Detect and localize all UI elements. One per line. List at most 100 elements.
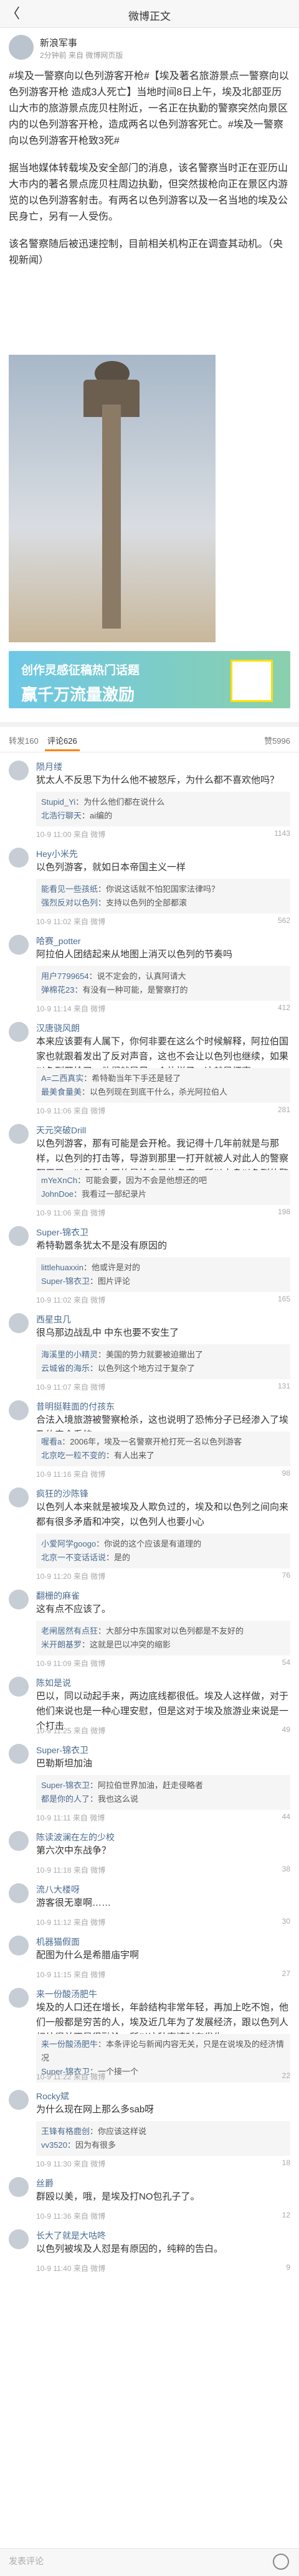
- like-count[interactable]: 22: [282, 2071, 290, 2080]
- like-count[interactable]: 131: [278, 1382, 290, 1390]
- reply-author[interactable]: 北京一不变话话说: [41, 1553, 106, 1562]
- comment-author[interactable]: 翻栅的麻雀: [36, 1590, 80, 1602]
- avatar[interactable]: [9, 1831, 29, 1851]
- reply-author[interactable]: 海溪里的小精灵: [41, 1350, 98, 1359]
- reply-author[interactable]: 老闸居然有点狂: [41, 1626, 98, 1636]
- avatar[interactable]: [9, 2229, 29, 2249]
- reply-author[interactable]: 米开朗基罗: [41, 1640, 82, 1649]
- reply-author[interactable]: Super-锦衣卫: [41, 1276, 90, 1286]
- like-count[interactable]: 1143: [274, 829, 290, 838]
- avatar[interactable]: [9, 2177, 29, 2197]
- comment-author[interactable]: 哈赛_potter: [36, 935, 81, 947]
- reply-box[interactable]: 海溪里的小精灵：美国的势力就要被迫撤出了 云城省的海乐：以色列这个地方过于复杂了: [36, 1344, 290, 1379]
- like-count[interactable]: 76: [282, 1571, 290, 1580]
- comment-author[interactable]: 汉唐骁风朗: [36, 1022, 80, 1034]
- like-count[interactable]: 49: [282, 1725, 290, 1734]
- avatar[interactable]: [9, 1313, 29, 1333]
- comment-author[interactable]: Super-锦衣卫: [36, 1226, 88, 1239]
- comment-author[interactable]: 陨月缕: [36, 761, 62, 773]
- comment-author[interactable]: 陈如是说: [36, 1677, 71, 1689]
- reply-author[interactable]: 王锋有格鹿创: [41, 2127, 90, 2136]
- reply-box[interactable]: 王锋有格鹿创：你应该这样说 vv3520：因为有很多: [36, 2121, 290, 2156]
- like-count[interactable]: 54: [282, 1658, 290, 1667]
- emoji-icon[interactable]: [273, 2554, 289, 2570]
- avatar[interactable]: [9, 1124, 29, 1144]
- like-count[interactable]: 30: [282, 1917, 290, 1926]
- tab-likes[interactable]: 赞5996: [264, 734, 290, 746]
- comment-author[interactable]: 天元突破Drill: [36, 1124, 86, 1136]
- like-count[interactable]: 18: [282, 2158, 290, 2167]
- like-count[interactable]: 12: [282, 2211, 290, 2219]
- like-count[interactable]: 9: [286, 2263, 290, 2272]
- reply-author[interactable]: 北京吃一粒不变的: [41, 1451, 106, 1460]
- like-count[interactable]: 98: [282, 1469, 290, 1478]
- reply-author[interactable]: 北浩行聊天: [41, 811, 82, 820]
- avatar[interactable]: [9, 1400, 29, 1420]
- reply-author[interactable]: 强烈反对以色列: [41, 898, 98, 907]
- reply-box[interactable]: A=二西真实：希特勒当年下手还是轻了 最美食量美：以色列现在到底干什么，杀光阿拉伯…: [36, 1068, 290, 1103]
- reply-box[interactable]: Super-锦衣卫：阿拉伯世界加油，赶走侵略者 都是你的人了：我也这么说: [36, 1775, 290, 1810]
- reply-box[interactable]: mYeXnCh：可能会要，因为不会是他想还的吧 JohnDoe：我看过一部纪录片: [36, 1170, 290, 1205]
- reply-box[interactable]: 用户7799654：说不定会的，认真阿请大 弹棉花23：有没有一种可能，是警察打的: [36, 966, 290, 1001]
- like-count[interactable]: 38: [282, 1865, 290, 1873]
- reply-author[interactable]: 用户7799654: [41, 972, 89, 981]
- comment-author[interactable]: Rocky斌: [36, 2090, 69, 2102]
- tab-comments[interactable]: 评论626: [47, 734, 77, 746]
- reply-author[interactable]: 来一份酸汤肥牛: [41, 2040, 98, 2049]
- avatar[interactable]: [9, 1022, 29, 1042]
- author-name[interactable]: 新浪军事: [40, 36, 77, 49]
- like-count[interactable]: 412: [278, 1003, 290, 1012]
- comment-author[interactable]: Hey小米先: [36, 848, 78, 860]
- reply-author[interactable]: Super-锦衣卫: [41, 1781, 90, 1790]
- avatar[interactable]: [9, 1590, 29, 1609]
- reply-author[interactable]: 都是你的人了: [41, 1794, 90, 1804]
- reply-box[interactable]: Stupid_Yi：为什么他们都在说什么 北浩行聊天：ai编的: [36, 792, 290, 827]
- tab-reposts[interactable]: 转发160: [9, 734, 39, 746]
- reply-author[interactable]: A=二西真实: [41, 1074, 83, 1083]
- comment-author[interactable]: 机器猫假面: [36, 1936, 80, 1948]
- like-count[interactable]: 165: [278, 1295, 290, 1303]
- comment-input[interactable]: 发表评论: [9, 2555, 44, 2567]
- comment-author[interactable]: 西星虫几: [36, 1313, 71, 1326]
- reply-author[interactable]: JohnDoe: [41, 1189, 74, 1199]
- reply-author[interactable]: 云城省的海乐: [41, 1364, 90, 1373]
- reply-author[interactable]: 能看见一些孩纸: [41, 884, 98, 894]
- like-count[interactable]: 44: [282, 1812, 290, 1821]
- reply-author[interactable]: littlehuaxxin: [41, 1263, 83, 1272]
- post-image[interactable]: [9, 355, 216, 642]
- like-count[interactable]: 562: [278, 916, 290, 925]
- avatar[interactable]: [9, 1883, 29, 1903]
- comment-author[interactable]: 疯狂的沙陈锋: [36, 1487, 88, 1500]
- avatar[interactable]: [9, 1677, 29, 1697]
- reply-author[interactable]: 小爱阿学googo: [41, 1539, 96, 1548]
- avatar[interactable]: [9, 935, 29, 955]
- avatar[interactable]: [9, 1226, 29, 1246]
- comment-author[interactable]: 丝爵: [36, 2177, 54, 2190]
- reply-box[interactable]: 能看见一些孩纸：你说这话就不怕犯国家法律吗？ 强烈反对以色列：支持以色列的全部都滚: [36, 879, 290, 914]
- reply-author[interactable]: 最美食量美: [41, 1087, 82, 1097]
- comment-author[interactable]: 陈读波澜在左的少校: [36, 1831, 115, 1843]
- comment-author[interactable]: 来一份酸汤肥牛: [36, 1988, 97, 2000]
- reply-author[interactable]: 弹棉花23: [41, 985, 74, 995]
- avatar[interactable]: [9, 35, 34, 60]
- like-count[interactable]: 281: [278, 1105, 290, 1114]
- avatar[interactable]: [9, 848, 29, 868]
- comment-author[interactable]: Super-锦衣卫: [36, 1744, 88, 1756]
- promo-banner[interactable]: 创作灵感征稿热门话题 赢千万流量激励: [9, 651, 290, 708]
- reply-author[interactable]: 喔看a: [41, 1437, 62, 1446]
- like-count[interactable]: 198: [278, 1207, 290, 1216]
- avatar[interactable]: [9, 1988, 29, 2008]
- reply-box[interactable]: 老闸居然有点狂：大部分中东国家对以色列都是不友好的 米开朗基罗：这就是巴以冲突的缩…: [36, 1621, 290, 1656]
- avatar[interactable]: [9, 761, 29, 780]
- reply-author[interactable]: Stupid_Yi: [41, 797, 75, 807]
- reply-box[interactable]: 喔看a：2006年，埃及一名警察开枪打死一名以色列游客 北京吃一粒不变的：有人出来…: [36, 1431, 290, 1466]
- comment-author[interactable]: 流八大楼呀: [36, 1883, 80, 1896]
- comment-author[interactable]: 昔明挺鞋面的付孩东: [36, 1400, 115, 1413]
- avatar[interactable]: [9, 1487, 29, 1507]
- comment-author[interactable]: 长大了就是大咕咚: [36, 2229, 106, 2242]
- avatar[interactable]: [9, 1936, 29, 1955]
- reply-box[interactable]: littlehuaxxin：他或许是对的 Super-锦衣卫：图片评论: [36, 1257, 290, 1292]
- reply-box[interactable]: 小爱阿学googo：你说的这个应该是有道理的 北京一不变话话说：是的: [36, 1534, 290, 1568]
- reply-author[interactable]: vv3520: [41, 2140, 67, 2150]
- reply-author[interactable]: mYeXnCh: [41, 1176, 77, 1185]
